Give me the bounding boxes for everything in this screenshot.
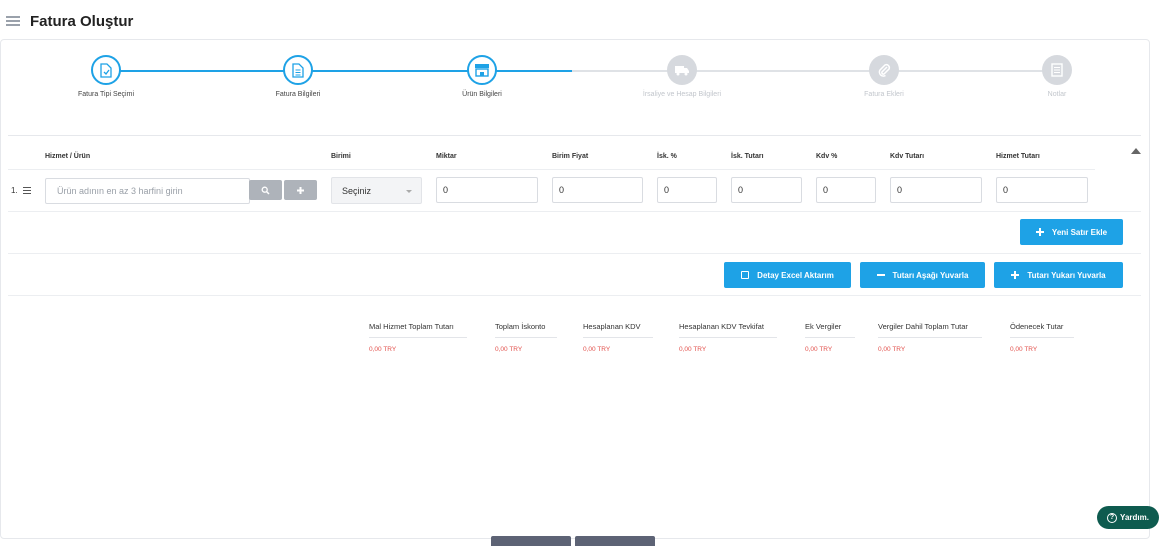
plus-icon bbox=[1035, 228, 1044, 236]
col-header-quantity: Miktar bbox=[436, 153, 457, 160]
step-label: Fatura Tipi Seçimi bbox=[77, 91, 135, 98]
divider bbox=[8, 295, 1141, 296]
summary-value-payable: 0,00 TRY bbox=[1010, 346, 1038, 353]
summary-value-total: 0,00 TRY bbox=[369, 346, 397, 353]
round-up-label: Tutarı Yukarı Yuvarla bbox=[1027, 270, 1106, 280]
summary-value-vat: 0,00 TRY bbox=[583, 346, 611, 353]
product-search-input[interactable]: Ürün adının en az 3 harfini girin bbox=[45, 178, 250, 204]
minus-icon bbox=[876, 271, 885, 279]
col-header-vat-amount: Kdv Tutarı bbox=[890, 153, 925, 160]
chevron-down-icon bbox=[406, 190, 412, 193]
list-icon bbox=[23, 187, 31, 194]
step-fatura-tipi[interactable]: Fatura Tipi Seçimi bbox=[46, 52, 166, 98]
col-header-unit-price: Birim Fiyat bbox=[552, 153, 589, 160]
summary-label-total: Mal Hizmet Toplam Tutarı bbox=[369, 322, 467, 338]
store-icon bbox=[467, 55, 497, 85]
discount-amount-input[interactable]: 0 bbox=[731, 177, 802, 203]
step-urun-bilgileri[interactable]: Ürün Bilgileri bbox=[422, 52, 542, 98]
step-label: Notlar bbox=[1047, 91, 1067, 98]
step-fatura-bilgileri[interactable]: Fatura Bilgileri bbox=[238, 52, 358, 98]
summary-label-taxed-total: Vergiler Dahil Toplam Tutar bbox=[878, 322, 982, 338]
summary-value-taxed-total: 0,00 TRY bbox=[878, 346, 906, 353]
unit-price-input[interactable]: 0 bbox=[552, 177, 643, 203]
step-fatura-ekleri[interactable]: Fatura Ekleri bbox=[824, 52, 944, 98]
paperclip-icon bbox=[869, 55, 899, 85]
summary-label-payable: Ödenecek Tutar bbox=[1010, 322, 1074, 338]
divider bbox=[8, 169, 1095, 170]
add-row-button[interactable]: Yeni Satır Ekle bbox=[1020, 219, 1123, 245]
summary-value-withholding: 0,00 TRY bbox=[679, 346, 707, 353]
divider bbox=[8, 211, 1141, 212]
summary-label-discount: Toplam İskonto bbox=[495, 322, 557, 338]
col-header-discount-amount: İsk. Tutarı bbox=[731, 153, 764, 160]
help-button[interactable]: ? Yardım. bbox=[1097, 506, 1159, 529]
next-button[interactable] bbox=[575, 536, 655, 546]
discount-pct-input[interactable]: 0 bbox=[657, 177, 717, 203]
plus-icon bbox=[297, 186, 304, 194]
page-header: Fatura Oluştur bbox=[0, 0, 1165, 40]
question-icon: ? bbox=[1107, 512, 1118, 523]
summary-value-extra-taxes: 0,00 TRY bbox=[805, 346, 833, 353]
summary-label-extra-taxes: Ek Vergiler bbox=[805, 322, 855, 338]
vat-pct-input[interactable]: 0 bbox=[816, 177, 876, 203]
unit-select[interactable]: Seçiniz bbox=[331, 177, 422, 204]
excel-export-button[interactable]: Detay Excel Aktarım bbox=[724, 262, 851, 288]
round-up-button[interactable]: Tutarı Yukarı Yuvarla bbox=[994, 262, 1123, 288]
page-title: Fatura Oluştur bbox=[30, 13, 134, 30]
row-number: 1. bbox=[11, 186, 18, 195]
round-down-button[interactable]: Tutarı Aşağı Yuvarla bbox=[860, 262, 985, 288]
wizard-stepper: Fatura Tipi Seçimi Fatura Bilgileri Ürün… bbox=[0, 52, 1165, 112]
step-label: İrsaliye ve Hesap Bilgileri bbox=[642, 91, 722, 98]
divider bbox=[8, 253, 1141, 254]
hamburger-menu-icon[interactable] bbox=[6, 16, 20, 26]
help-label: Yardım. bbox=[1120, 513, 1149, 522]
excel-icon bbox=[741, 271, 750, 279]
excel-export-label: Detay Excel Aktarım bbox=[757, 270, 834, 280]
col-header-discount-pct: İsk. % bbox=[657, 153, 677, 160]
col-header-product: Hizmet / Ürün bbox=[45, 153, 91, 160]
col-header-vat-pct: Kdv % bbox=[816, 153, 838, 160]
document-check-icon bbox=[91, 55, 121, 85]
truck-icon bbox=[667, 55, 697, 85]
product-search-button[interactable] bbox=[249, 180, 282, 200]
step-label: Ürün Bilgileri bbox=[462, 91, 502, 98]
previous-button[interactable] bbox=[491, 536, 571, 546]
unit-select-value: Seçiniz bbox=[342, 186, 372, 196]
add-row-label: Yeni Satır Ekle bbox=[1051, 227, 1108, 237]
summary-label-vat: Hesaplanan KDV bbox=[583, 322, 653, 338]
step-notlar[interactable]: Notlar bbox=[997, 52, 1117, 98]
col-header-unit: Birimi bbox=[331, 153, 351, 160]
summary-value-discount: 0,00 TRY bbox=[495, 346, 523, 353]
vat-amount-input[interactable]: 0 bbox=[890, 177, 982, 203]
document-lines-icon bbox=[283, 55, 313, 85]
col-header-service-amount: Hizmet Tutarı bbox=[996, 153, 1040, 160]
service-amount-input[interactable]: 0 bbox=[996, 177, 1088, 203]
notes-icon bbox=[1042, 55, 1072, 85]
quantity-input[interactable]: 0 bbox=[436, 177, 538, 203]
add-product-button[interactable] bbox=[284, 180, 317, 200]
step-label: Fatura Ekleri bbox=[864, 91, 904, 98]
step-label: Fatura Bilgileri bbox=[275, 91, 321, 98]
step-irsaliye[interactable]: İrsaliye ve Hesap Bilgileri bbox=[622, 52, 742, 98]
summary-label-withholding: Hesaplanan KDV Tevkifat bbox=[679, 322, 777, 338]
search-icon bbox=[261, 186, 270, 195]
scroll-up-arrow-icon[interactable] bbox=[1131, 148, 1141, 154]
round-down-label: Tutarı Aşağı Yuvarla bbox=[892, 270, 969, 280]
plus-icon bbox=[1011, 271, 1020, 279]
